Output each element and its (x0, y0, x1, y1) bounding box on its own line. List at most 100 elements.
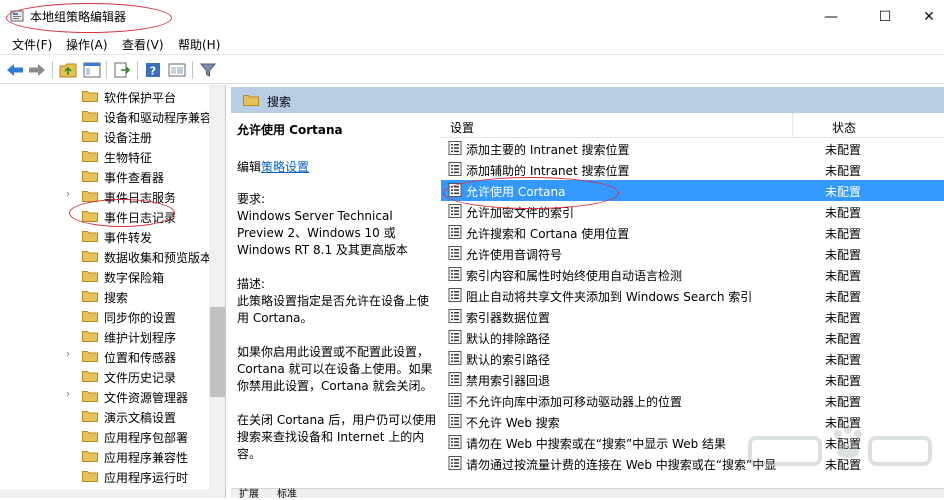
policy-setting-icon (448, 225, 462, 239)
policy-row[interactable]: 允许搜索和 Cortana 使用位置 未配置 (441, 222, 944, 243)
policy-status: 未配置 (825, 353, 862, 367)
menu-view[interactable]: 查看(V) (122, 36, 164, 53)
policy-name: 索引器数据位置 (466, 311, 551, 325)
policy-row[interactable]: 索引内容和属性时始终使用自动语言检测 未配置 (441, 264, 944, 285)
policy-name: 默认的索引路径 (466, 353, 551, 367)
folder-icon (82, 271, 98, 282)
back-arrow-icon[interactable] (5, 60, 25, 80)
tree-item[interactable]: 应用程序兼容性 (0, 446, 210, 466)
detail-text-2: 在关闭 Cortana 后，用户仍可以使用搜索来查找设备和 Internet 上… (237, 413, 437, 461)
policy-row[interactable]: 索引器数据位置 未配置 (441, 306, 944, 327)
column-status[interactable]: 状态 (832, 119, 856, 136)
folder-icon (82, 371, 98, 382)
tree-item[interactable]: 应用程序运行时 (0, 466, 210, 486)
folder-icon (82, 471, 98, 482)
filter-icon[interactable] (198, 60, 218, 80)
policy-name: 不允许向库中添加可移动驱动器上的位置 (466, 395, 683, 409)
tree-item-label: 同步你的设置 (104, 311, 177, 325)
tree-scroll-thumb[interactable] (210, 307, 225, 397)
view-tabs: 扩展 标准 (231, 488, 944, 500)
policy-name: 不允许 Web 搜索 (466, 416, 560, 430)
policy-setting-icon (448, 267, 462, 281)
export-list-icon[interactable] (112, 60, 132, 80)
tree-item-label: 应用程序兼容性 (104, 451, 189, 465)
expand-chevron-icon[interactable]: › (66, 189, 76, 201)
annotation-oval-search (69, 199, 175, 227)
policy-settings-link[interactable]: 策略设置 (261, 160, 309, 174)
detail-text-1: 如果你启用此设置或不配置此设置，Cortana 就可以在设备上使用。如果你禁用此… (237, 345, 433, 393)
close-button[interactable]: ✕ (906, 0, 944, 33)
tree-item[interactable]: 文件历史记录 (0, 366, 210, 386)
policy-status: 未配置 (825, 290, 862, 304)
folder-icon (82, 391, 98, 402)
help-icon[interactable]: ? (143, 60, 163, 80)
tree-item[interactable]: › 文件资源管理器 (0, 386, 210, 406)
forward-arrow-icon[interactable] (27, 60, 47, 80)
policy-row[interactable]: 默认的索引路径 未配置 (441, 348, 944, 369)
tree-item[interactable]: 数据收集和预览版本 (0, 246, 212, 266)
policy-setting-icon (448, 246, 462, 260)
policy-status: 未配置 (825, 164, 862, 178)
folder-icon (82, 331, 98, 342)
tree-item[interactable]: 数字保险箱 (0, 266, 210, 286)
folder-icon (82, 311, 98, 322)
tree-item[interactable]: 事件查看器 (0, 166, 210, 186)
tree-item-label: 文件资源管理器 (104, 391, 189, 405)
tree-item[interactable]: 设备注册 (0, 126, 210, 146)
tree-item[interactable]: 应用程序包部署 (0, 426, 210, 446)
tree-item[interactable]: 演示文稿设置 (0, 406, 210, 426)
edit-policy-line: 编辑策略设置 (237, 158, 309, 175)
tree-item[interactable]: 生物特征 (0, 146, 210, 166)
folder-icon (82, 231, 98, 242)
folder-icon (82, 251, 98, 262)
tree-item-label: 应用程序运行时 (104, 471, 189, 485)
tree-item[interactable]: 同步你的设置 (0, 306, 210, 326)
menu-file[interactable]: 文件(F) (12, 36, 52, 53)
console-view-icon[interactable] (167, 60, 187, 80)
policy-name: 索引内容和属性时始终使用自动语言检测 (466, 269, 683, 283)
show-hide-tree-icon[interactable] (82, 60, 102, 80)
policy-setting-icon (448, 435, 462, 449)
list-header: 设置 状态 (441, 113, 944, 138)
tree-vertical-scrollbar[interactable] (209, 85, 225, 498)
menu-action[interactable]: 操作(A) (66, 36, 108, 53)
tree-item-label: 演示文稿设置 (104, 411, 177, 425)
policy-name: 阻止自动将共享文件夹添加到 Windows Search 索引 (466, 290, 753, 304)
pane-title: 搜索 (267, 95, 292, 109)
policy-row[interactable]: 阻止自动将共享文件夹添加到 Windows Search 索引 未配置 (441, 285, 944, 306)
policy-row[interactable]: 允许使用音调符号 未配置 (441, 243, 944, 264)
minimize-button[interactable]: — (808, 0, 854, 33)
policy-status: 未配置 (825, 248, 862, 262)
tree-item[interactable]: › 位置和传感器 (0, 346, 210, 366)
tree-item-label: 设备注册 (104, 131, 153, 145)
tree-item[interactable]: 事件转发 (0, 226, 210, 246)
policy-row[interactable]: 禁用索引器回退 未配置 (441, 369, 944, 390)
tree-item[interactable]: 搜索 (0, 286, 210, 306)
tree-item-label: 位置和传感器 (104, 351, 177, 365)
requirements-text: 要求: Windows Server Technical Preview 2、W… (237, 192, 408, 257)
folder-icon (82, 91, 98, 102)
column-setting[interactable]: 设置 (450, 119, 474, 136)
up-folder-icon[interactable] (58, 60, 78, 80)
tree-item-label: 数字保险箱 (104, 271, 165, 285)
tree-item[interactable]: 设备和驱动程序兼容 (0, 106, 212, 126)
policy-setting-icon (448, 393, 462, 407)
expand-chevron-icon[interactable]: › (66, 349, 76, 361)
policy-row[interactable]: 添加主要的 Intranet 搜索位置 未配置 (441, 138, 944, 159)
expand-chevron-icon[interactable]: › (66, 389, 76, 401)
menu-help[interactable]: 帮助(H) (178, 36, 220, 53)
policy-setting-icon (448, 309, 462, 323)
tree-horizontal-scrollbar[interactable] (0, 489, 209, 498)
policy-setting-icon (448, 204, 462, 218)
policy-row[interactable]: 默认的排除路径 未配置 (441, 327, 944, 348)
tree-item[interactable]: 维护计划程序 (0, 326, 210, 346)
folder-icon (82, 451, 98, 462)
maximize-button[interactable]: ☐ (862, 0, 908, 33)
policy-status: 未配置 (825, 143, 862, 157)
policy-setting-icon (448, 162, 462, 176)
column-divider[interactable] (792, 113, 793, 138)
policy-status: 未配置 (825, 332, 862, 346)
gpedit-window: 本地组策略编辑器 — ☐ ✕ 文件(F) 操作(A) 查看(V) 帮助(H) ?… (0, 0, 944, 500)
policy-name: 添加主要的 Intranet 搜索位置 (466, 143, 630, 157)
tree-item[interactable]: 软件保护平台 (0, 86, 210, 106)
